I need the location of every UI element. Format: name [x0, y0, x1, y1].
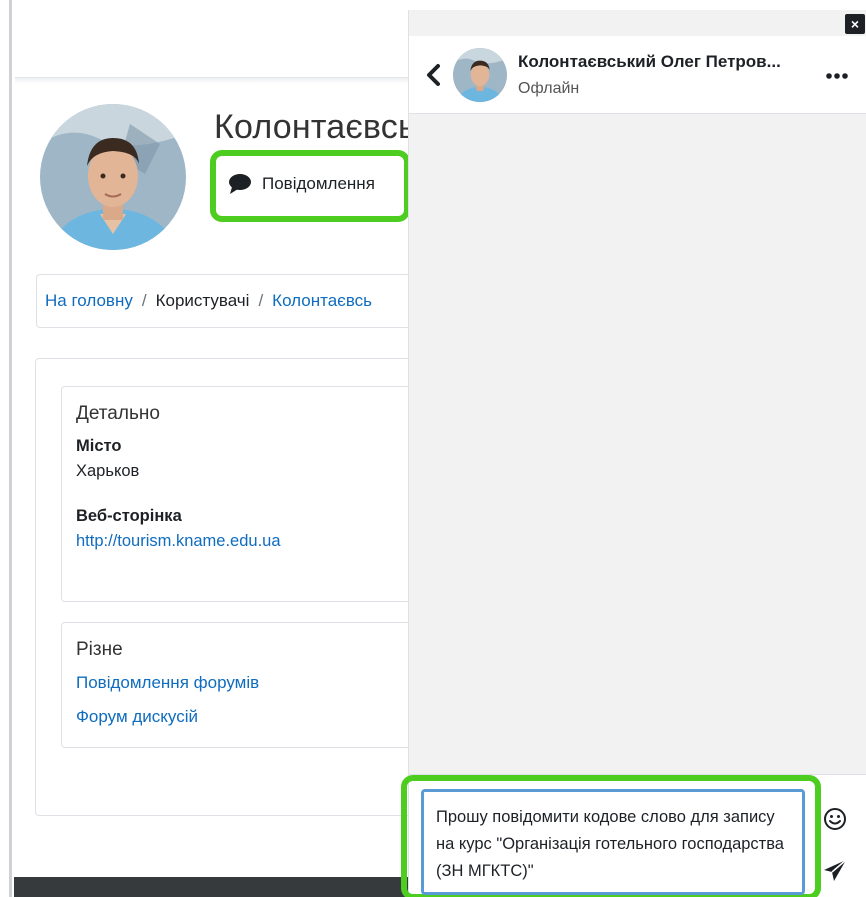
paper-plane-icon: [824, 859, 847, 881]
more-dots-icon: [826, 73, 848, 79]
drawer-top-strip: ×: [409, 10, 866, 36]
misc-section: Різне Повідомлення форумів Форум дискусі…: [61, 622, 421, 748]
breadcrumb-separator: /: [258, 291, 264, 310]
details-title: Детально: [76, 403, 160, 424]
page-footer: [14, 877, 414, 897]
page-title: Колонтаєвсь: [214, 108, 416, 146]
back-button[interactable]: [423, 58, 443, 92]
city-label: Місто: [76, 437, 122, 455]
website-link[interactable]: http://tourism.kname.edu.ua: [76, 532, 281, 550]
left-border: [0, 0, 12, 897]
smiley-icon: [824, 808, 846, 830]
message-compose-area: Прошу повідомити кодове слово для запису…: [401, 774, 866, 897]
emoji-button[interactable]: [821, 805, 849, 833]
breadcrumb-home[interactable]: На головну: [45, 291, 133, 311]
message-button-label: Повідомлення: [262, 174, 375, 193]
message-button[interactable]: Повідомлення: [228, 168, 375, 200]
breadcrumb-separator: /: [141, 291, 147, 310]
details-section: Детально Місто Харьков Веб-сторінка http…: [61, 386, 421, 602]
contact-avatar[interactable]: [453, 48, 507, 102]
breadcrumb-current[interactable]: Колонтаєвсь: [272, 291, 372, 311]
forum-discussions-link[interactable]: Форум дискусій: [76, 707, 421, 727]
contact-photo: [453, 48, 507, 102]
city-value: Харьков: [76, 462, 140, 480]
contact-status: Офлайн: [518, 80, 580, 97]
close-icon[interactable]: ×: [845, 14, 865, 34]
forum-posts-link[interactable]: Повідомлення форумів: [76, 673, 421, 693]
contact-name[interactable]: Колонтаєвський Олег Петров...: [518, 52, 818, 72]
website-label: Веб-сторінка: [76, 507, 182, 525]
more-options-button[interactable]: [825, 66, 849, 86]
profile-photo: [40, 104, 186, 250]
send-button[interactable]: [821, 857, 849, 885]
chevron-left-icon: [427, 64, 440, 86]
profile-avatar: [40, 104, 186, 250]
navbar-shadow: [15, 78, 415, 84]
breadcrumb: На головну / Користувачі / Колонтаєвсь: [36, 274, 416, 328]
misc-title: Різне: [76, 639, 123, 660]
message-input[interactable]: Прошу повідомити кодове слово для запису…: [421, 789, 805, 895]
message-drawer: × Колонтаєвський Олег Петров... Офлайн П…: [401, 10, 866, 897]
conversation-header: Колонтаєвський Олег Петров... Офлайн: [409, 36, 866, 114]
top-navbar: [15, 0, 415, 78]
breadcrumb-users[interactable]: Користувачі: [156, 291, 250, 311]
speech-bubble-icon: [229, 174, 251, 194]
